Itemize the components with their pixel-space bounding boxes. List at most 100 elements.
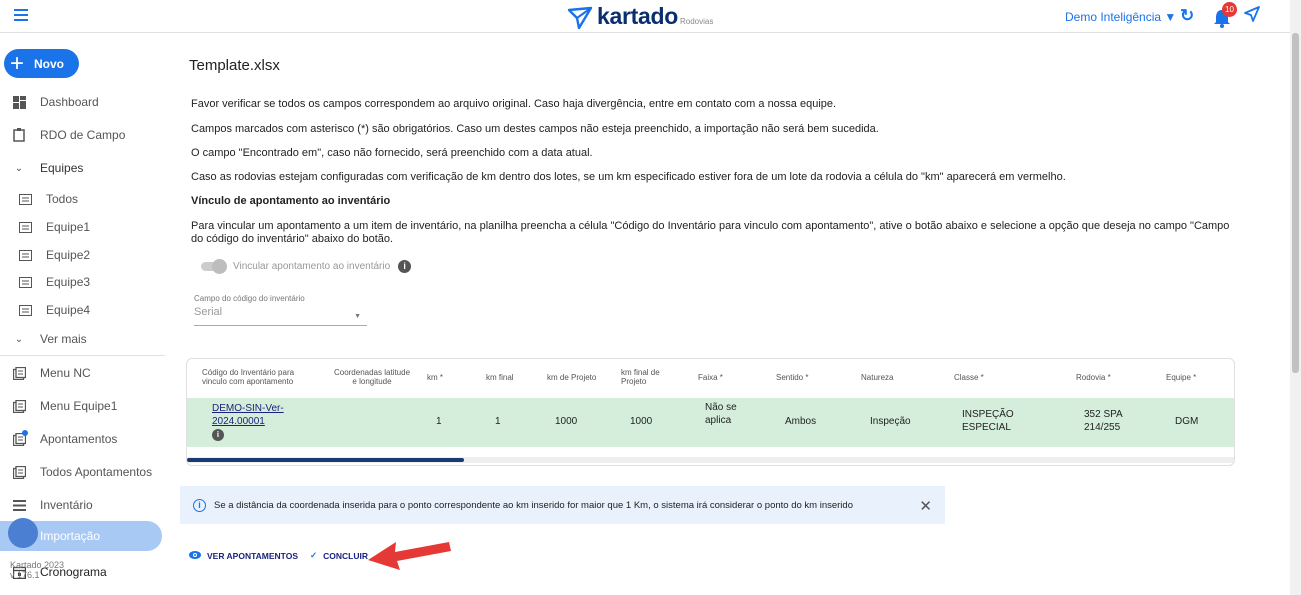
sidebar-item-menu-nc[interactable]: Menu NC [0, 358, 162, 388]
inventory-code-link[interactable]: DEMO-SIN-Ver-2024.00001 [212, 403, 284, 427]
plus-icon: + [10, 49, 25, 77]
chevron-down-icon: ⌄ [14, 333, 24, 345]
new-button-label: Novo [34, 56, 65, 71]
km-project-cell: 1000 [555, 416, 578, 427]
view-appointments-button[interactable]: VER APONTAMENTOS [189, 550, 298, 561]
logo-arrow-icon [567, 6, 593, 30]
check-icon: ✓ [310, 550, 318, 560]
toggle-label: Vincular apontamento ao inventário [233, 261, 391, 272]
section-title: Vínculo de apontamento ao inventário [191, 195, 391, 207]
sidebar-item-label: Equipe4 [46, 303, 91, 317]
info-paragraph: Favor verificar se todos os campos corre… [191, 98, 837, 110]
conclude-label: CONCLUIR [323, 550, 368, 561]
notifications-button[interactable]: 10 [1212, 2, 1237, 28]
menu-icon[interactable] [14, 9, 28, 21]
column-header: km de Projeto [547, 373, 597, 382]
column-header: Equipe * [1166, 373, 1197, 382]
sidebar-item-equipe1[interactable]: Equipe1 [0, 212, 162, 242]
info-icon: i [193, 498, 206, 512]
sidebar-item-menu-equipe1[interactable]: Menu Equipe1 [0, 391, 162, 421]
org-selector[interactable]: Demo Inteligência ▼ [1065, 10, 1176, 24]
table-horizontal-scrollbar[interactable] [187, 457, 1234, 463]
dashboard-icon [12, 95, 26, 109]
close-icon[interactable]: ✕ [919, 497, 932, 515]
equipe-cell: DGM [1175, 416, 1199, 427]
sidebar-item-label: RDO de Campo [40, 128, 126, 142]
report-icon [12, 399, 26, 413]
version-footer: Kartado 2023 v 176.1 [10, 560, 64, 580]
info-alert: i Se a distância da coordenada inserida … [180, 486, 945, 524]
km-cell: 1 [436, 416, 442, 427]
sidebar-item-inventario[interactable]: Inventário [0, 490, 162, 520]
sidebar-item-todos[interactable]: Todos [0, 184, 162, 214]
app-logo: kartado Rodovias [567, 3, 713, 30]
column-header: Coordenadas latitude e longitude [333, 368, 411, 386]
inventory-code-cell: DEMO-SIN-Ver-2024.00001 i [212, 402, 302, 441]
sidebar-divider [0, 355, 165, 356]
column-header: Natureza [861, 373, 894, 382]
sentido-cell: Ambos [785, 416, 817, 427]
sidebar-item-label: Todos Apontamentos [40, 465, 153, 479]
footer-version: v 176.1 [10, 570, 40, 580]
column-header: Código do Inventário para vinculo com ap… [202, 368, 295, 386]
rodovia-cell: 352 SPA 214/255 [1084, 409, 1123, 433]
annotation-arrow-icon [368, 542, 451, 570]
info-icon[interactable]: i [212, 429, 224, 441]
list-icon [18, 220, 32, 234]
import-table: Código do Inventário para vinculo com ap… [186, 358, 1235, 466]
sidebar-item-label: Equipe2 [46, 248, 91, 262]
select-value: Serial [194, 306, 223, 318]
refresh-icon[interactable]: ↻ [1180, 6, 1194, 26]
column-header: Sentido * [776, 373, 809, 382]
footer-copyright: Kartado 2023 [10, 560, 65, 570]
sidebar-item-label: Dashboard [40, 95, 99, 109]
sidebar-item-equipe3[interactable]: Equipe3 [0, 267, 162, 297]
sidebar: + Novo Dashboard RDO de Campo ⌄ Equipes … [0, 33, 170, 595]
km-final-project-cell: 1000 [630, 416, 653, 427]
sidebar-item-ver-mais[interactable]: ⌄ Ver mais [0, 324, 162, 354]
table-row[interactable]: DEMO-SIN-Ver-2024.00001 i 1 1 1000 1000 … [187, 398, 1234, 447]
section-paragraph: Para vincular um apontamento a um item d… [191, 220, 1230, 245]
list-icon [18, 303, 32, 317]
sidebar-item-label: Apontamentos [40, 432, 118, 446]
info-paragraph: O campo "Encontrado em", caso não fornec… [191, 147, 593, 159]
column-header: km final [486, 373, 514, 382]
page-title: Template.xlsx [189, 57, 280, 74]
sidebar-item-dashboard[interactable]: Dashboard [0, 87, 162, 117]
eye-icon [189, 550, 201, 561]
inventory-field-select[interactable]: Serial ▼ [194, 306, 367, 326]
link-inventory-toggle[interactable] [201, 259, 227, 274]
sidebar-item-label: Equipes [40, 161, 84, 175]
sidebar-item-equipes[interactable]: ⌄ Equipes [0, 153, 162, 183]
faixa-cell: Não se aplica [705, 402, 737, 426]
info-paragraph: Campos marcados com asterisco (*) são ob… [191, 123, 879, 135]
sidebar-item-rdo[interactable]: RDO de Campo [0, 120, 162, 150]
sidebar-item-label: Todos [46, 192, 79, 206]
conclude-button[interactable]: ✓ CONCLUIR [310, 550, 368, 561]
brand-name: kartado [597, 3, 678, 29]
natureza-cell: Inspeção [870, 416, 911, 427]
brand-sub: Rodovias [679, 17, 714, 26]
avatar[interactable] [8, 518, 38, 548]
column-header: Faixa * [698, 373, 723, 382]
sidebar-item-todos-apontamentos[interactable]: Todos Apontamentos [0, 457, 162, 487]
sidebar-item-label: Importação [40, 529, 101, 543]
dropdown-caret-icon: ▼ [354, 313, 361, 320]
top-bar: kartado Rodovias Demo Inteligência ▼ ↻ 1… [0, 0, 1290, 33]
report-icon [12, 465, 26, 479]
column-header: Classe * [954, 373, 984, 382]
sidebar-item-label: Ver mais [40, 332, 87, 346]
sidebar-item-equipe2[interactable]: Equipe2 [0, 240, 162, 270]
info-icon[interactable]: i [398, 260, 412, 273]
km-final-cell: 1 [495, 416, 501, 427]
column-header: km final de Projeto [621, 368, 660, 386]
page-scrollbar[interactable] [1290, 0, 1301, 595]
sidebar-item-equipe4[interactable]: Equipe4 [0, 295, 162, 325]
sidebar-item-apontamentos[interactable]: Apontamentos [0, 424, 162, 454]
new-button[interactable]: + Novo [4, 49, 79, 78]
info-paragraph: Caso as rodovias estejam configuradas co… [191, 171, 1066, 183]
report-icon [12, 430, 28, 446]
link-inventory-toggle-row: Vincular apontamento ao inventário i [201, 259, 412, 274]
column-header: km * [427, 373, 443, 382]
send-icon[interactable] [1244, 6, 1260, 27]
